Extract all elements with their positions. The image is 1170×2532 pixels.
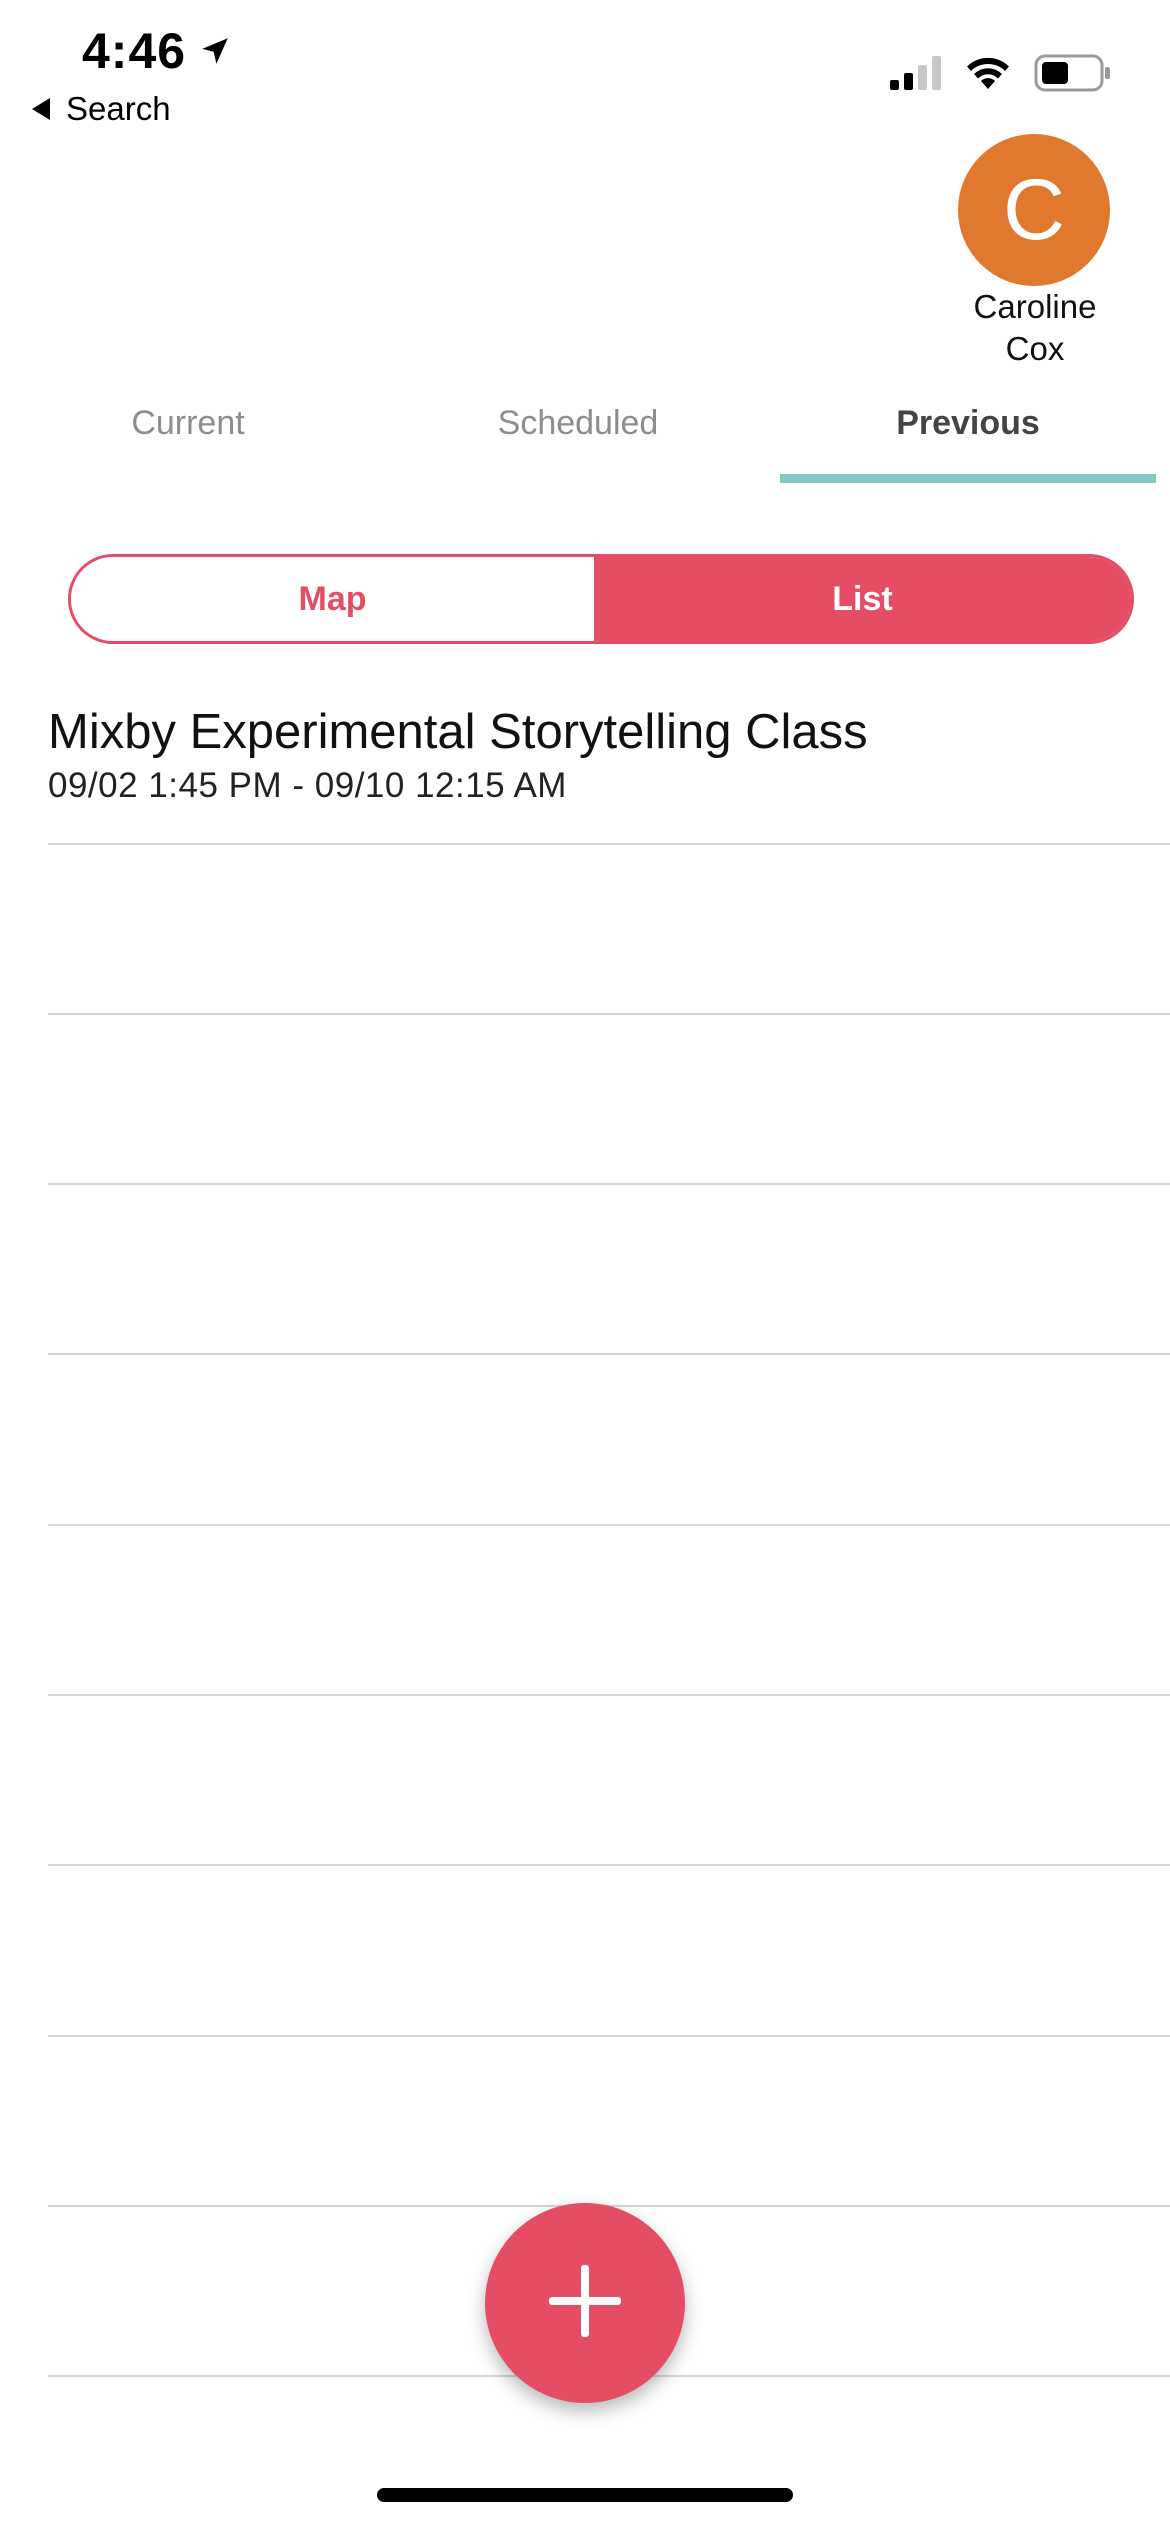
status-time: 4:46 (82, 22, 232, 80)
add-button[interactable] (485, 2203, 685, 2403)
list-view-button[interactable]: List (594, 557, 1131, 641)
list-item[interactable]: Mixby Experimental Storytelling Class 09… (48, 700, 1170, 806)
map-view-label: Map (298, 579, 367, 618)
list-item-title: Mixby Experimental Storytelling Class (48, 705, 868, 759)
list-item-dates: 09/02 1:45 PM - 09/10 12:15 AM (48, 766, 567, 805)
back-to-search-button[interactable]: Search (32, 90, 171, 128)
tab-current[interactable]: Current (0, 396, 376, 486)
map-view-button[interactable]: Map (71, 557, 594, 641)
list-divider (48, 1694, 1170, 1696)
list-divider (48, 1524, 1170, 1526)
plus-icon (547, 2263, 623, 2344)
list-divider (48, 2035, 1170, 2037)
location-arrow-icon (198, 34, 232, 68)
list-divider (48, 1353, 1170, 1355)
view-toggle: Map List (68, 554, 1134, 644)
status-icons (890, 54, 1112, 97)
avatar-initial: C (1002, 161, 1066, 258)
profile-last-name: Cox (1005, 330, 1065, 367)
back-triangle-icon (32, 98, 50, 120)
list-divider (48, 843, 1170, 845)
profile-first-name: Caroline (973, 288, 1097, 325)
tab-scheduled-label: Scheduled (497, 404, 659, 442)
active-tab-indicator (780, 474, 1156, 483)
wifi-icon (964, 55, 1012, 96)
cellular-signal-icon (890, 56, 942, 95)
tab-scheduled[interactable]: Scheduled (390, 396, 766, 486)
avatar[interactable]: C (958, 134, 1110, 286)
list-divider (48, 1864, 1170, 1866)
tab-previous[interactable]: Previous (780, 396, 1156, 486)
list-divider (48, 1013, 1170, 1015)
tab-current-label: Current (131, 404, 245, 442)
profile-name: Caroline Cox (940, 286, 1130, 370)
tab-bar: Current Scheduled Previous (0, 396, 1170, 486)
list-view-label: List (832, 579, 893, 618)
list-divider (48, 1183, 1170, 1185)
battery-icon (1034, 54, 1112, 97)
back-search-label: Search (66, 90, 171, 127)
tab-previous-label: Previous (896, 404, 1040, 442)
status-time-text: 4:46 (82, 23, 187, 79)
home-indicator (377, 2488, 793, 2502)
